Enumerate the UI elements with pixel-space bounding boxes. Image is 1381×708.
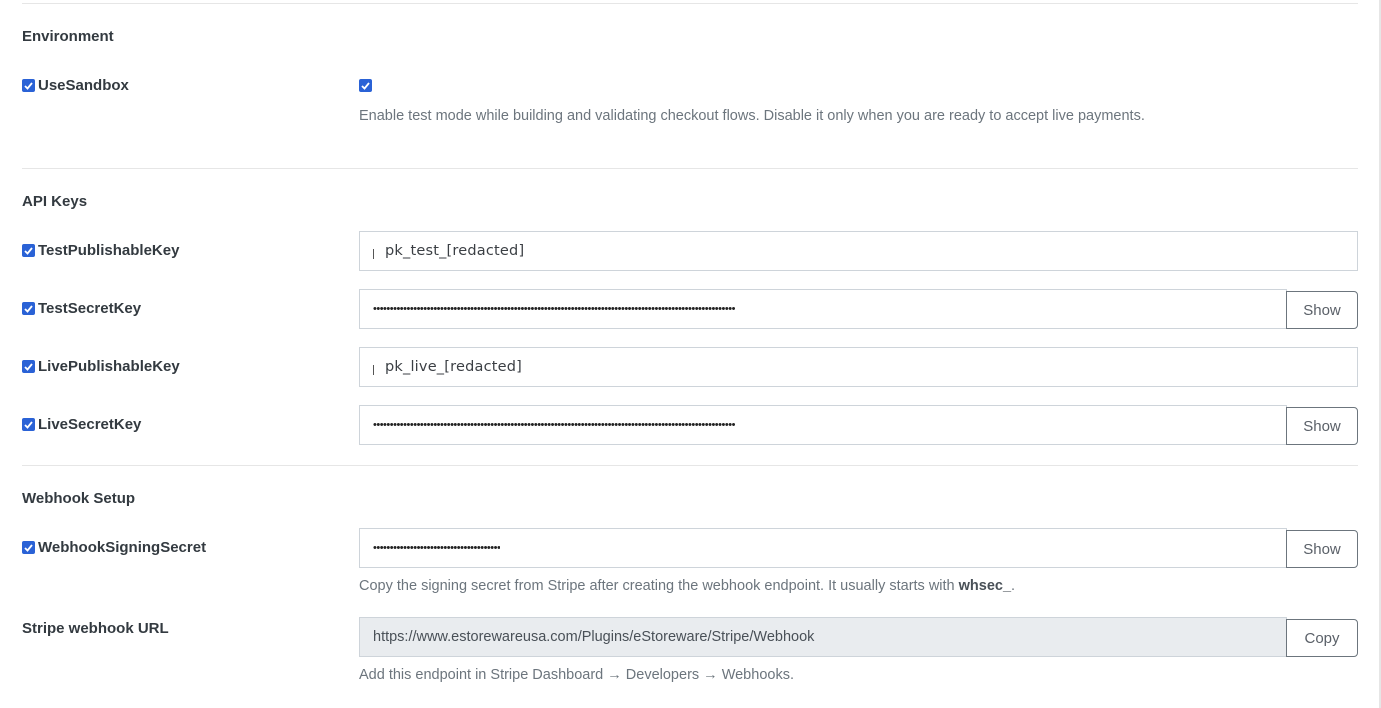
test-publishable-key-label-text: TestPublishableKey xyxy=(38,242,180,259)
live-publishable-key-label[interactable]: LivePublishableKey xyxy=(22,358,180,375)
text-caret xyxy=(373,249,374,259)
help-code-whsec: whsec_ xyxy=(958,578,1012,594)
text-caret xyxy=(373,365,374,375)
test-publishable-key-input[interactable]: pk_test_[redacted] xyxy=(359,231,1358,271)
test-secret-key-label-text: TestSecretKey xyxy=(38,300,142,317)
section-title-environment: Environment xyxy=(22,28,114,45)
divider xyxy=(22,465,1358,466)
use-sandbox-checkbox[interactable] xyxy=(359,79,372,92)
test-secret-key-label[interactable]: TestSecretKey xyxy=(22,300,141,317)
webhook-signing-secret-show-button[interactable]: Show xyxy=(1286,530,1358,568)
checkbox-icon[interactable] xyxy=(22,541,35,554)
checkbox-icon[interactable] xyxy=(22,79,35,92)
use-sandbox-label-text: UseSandbox xyxy=(38,77,129,94)
help-text-prefix: Copy the signing secret from Stripe afte… xyxy=(359,578,959,594)
section-title-api-keys: API Keys xyxy=(22,193,88,210)
webhook-signing-secret-help: Copy the signing secret from Stripe afte… xyxy=(359,578,1015,594)
webhook-signing-secret-label-text: WebhookSigningSecret xyxy=(38,539,207,556)
stripe-webhook-url-input[interactable]: https://www.estorewareusa.com/Plugins/eS… xyxy=(359,617,1287,657)
live-secret-key-show-button[interactable]: Show xyxy=(1286,407,1358,445)
help-text-suffix: . xyxy=(1011,578,1016,594)
live-secret-key-input[interactable]: ••••••••••••••••••••••••••••••••••••••••… xyxy=(359,405,1287,445)
divider xyxy=(22,3,1358,4)
checkbox-icon[interactable] xyxy=(22,244,35,257)
live-publishable-key-value: pk_live_[redacted] xyxy=(385,359,523,375)
stripe-settings-page: Environment UseSandbox Enable test mode … xyxy=(0,0,1381,708)
checkbox-icon[interactable] xyxy=(22,302,35,315)
webhook-signing-secret-input[interactable]: •••••••••••••••••••••••••••••••••••••• xyxy=(359,528,1287,568)
use-sandbox-help: Enable test mode while building and vali… xyxy=(359,108,1145,124)
stripe-webhook-url-label: Stripe webhook URL xyxy=(22,620,169,637)
stripe-webhook-url-copy-button[interactable]: Copy xyxy=(1286,619,1358,657)
live-secret-key-label[interactable]: LiveSecretKey xyxy=(22,416,141,433)
test-secret-key-value: ••••••••••••••••••••••••••••••••••••••••… xyxy=(373,303,735,315)
test-publishable-key-value: pk_test_[redacted] xyxy=(385,243,525,259)
checkbox-icon[interactable] xyxy=(22,360,35,373)
divider xyxy=(22,168,1358,169)
live-publishable-key-label-text: LivePublishableKey xyxy=(38,358,180,375)
checkbox-icon[interactable] xyxy=(22,418,35,431)
webhook-signing-secret-label[interactable]: WebhookSigningSecret xyxy=(22,539,206,556)
use-sandbox-label[interactable]: UseSandbox xyxy=(22,77,129,94)
test-publishable-key-label[interactable]: TestPublishableKey xyxy=(22,242,179,259)
stripe-webhook-url-value: https://www.estorewareusa.com/Plugins/eS… xyxy=(373,629,815,645)
webhook-signing-secret-value: •••••••••••••••••••••••••••••••••••••• xyxy=(373,542,501,554)
live-secret-key-value: ••••••••••••••••••••••••••••••••••••••••… xyxy=(373,419,735,431)
stripe-webhook-url-help: Add this endpoint in Stripe Dashboard → … xyxy=(359,667,794,683)
test-secret-key-show-button[interactable]: Show xyxy=(1286,291,1358,329)
section-title-webhook-setup: Webhook Setup xyxy=(22,490,136,507)
test-secret-key-input[interactable]: ••••••••••••••••••••••••••••••••••••••••… xyxy=(359,289,1287,329)
live-secret-key-label-text: LiveSecretKey xyxy=(38,416,142,433)
live-publishable-key-input[interactable]: pk_live_[redacted] xyxy=(359,347,1358,387)
